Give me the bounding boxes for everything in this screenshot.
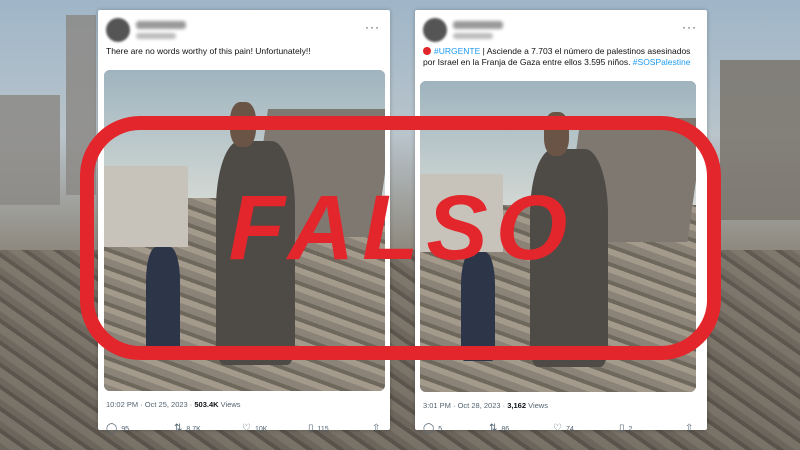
reply-button[interactable]: ◯ 5: [423, 424, 442, 434]
heart-icon: ♡: [242, 423, 251, 434]
red-circle-icon: [423, 47, 431, 55]
author-name-blurred: [136, 21, 186, 29]
like-count: 74: [565, 425, 574, 433]
bookmark-button[interactable]: ▯ 115: [308, 424, 329, 434]
author-handle-blurred: [136, 33, 176, 39]
reply-button[interactable]: ◯ 95: [106, 424, 129, 434]
hashtag-link[interactable]: #URGENTE: [434, 46, 480, 56]
bookmark-button[interactable]: ▯ 2: [619, 424, 632, 434]
repost-button[interactable]: ⇅ 86: [489, 424, 509, 434]
tweet-timestamp[interactable]: 3:01 PM · Oct 28, 2023 ·: [423, 401, 507, 410]
bookmark-icon: ▯: [308, 423, 314, 434]
share-icon: ⇧: [685, 423, 694, 434]
reply-icon: ◯: [106, 423, 118, 434]
views-label: Views: [526, 401, 548, 410]
tweet-actions: ◯ 5 ⇅ 86 ♡ 74 ▯ 2 ⇧: [423, 424, 699, 436]
view-count: 503.4K: [194, 400, 219, 409]
more-icon[interactable]: ···: [682, 20, 697, 34]
views-label: Views: [218, 400, 241, 409]
tweet-header: ···: [106, 18, 382, 44]
bookmark-count: 2: [628, 425, 633, 433]
bookmark-count: 115: [317, 425, 329, 433]
tweet-header: ···: [423, 18, 699, 44]
reply-count: 5: [438, 425, 443, 433]
falso-stamp-label: FALSO: [228, 177, 576, 279]
repost-icon: ⇅: [174, 423, 183, 434]
heart-icon: ♡: [553, 423, 562, 434]
avatar[interactable]: [423, 18, 447, 42]
avatar[interactable]: [106, 18, 130, 42]
repost-icon: ⇅: [489, 423, 498, 434]
author-handle-blurred: [453, 33, 493, 39]
like-count: 10K: [254, 425, 268, 433]
like-button[interactable]: ♡ 74: [553, 424, 574, 434]
reply-count: 95: [121, 425, 129, 433]
repost-count: 86: [501, 425, 510, 433]
background-building: [720, 60, 800, 220]
author-name-blurred: [453, 21, 503, 29]
more-icon[interactable]: ···: [365, 20, 380, 34]
repost-count: 8.7K: [186, 425, 201, 433]
share-icon: ⇧: [372, 423, 381, 434]
bookmark-icon: ▯: [619, 423, 625, 434]
background-building: [0, 95, 60, 205]
share-button[interactable]: ⇧: [372, 424, 380, 434]
tweet-text: There are no words worthy of this pain! …: [106, 46, 311, 56]
repost-button[interactable]: ⇅ 8.7K: [174, 424, 201, 434]
reply-icon: ◯: [423, 423, 435, 434]
tweet-meta: 10:02 PM · Oct 25, 2023 · 503.4K Views: [106, 400, 241, 409]
tweet-text: #URGENTE | Asciende a 7.703 el número de…: [423, 46, 697, 68]
view-count: 3,162: [507, 401, 526, 410]
hashtag-link[interactable]: #SOSPalestine: [633, 57, 691, 67]
tweet-timestamp[interactable]: 10:02 PM · Oct 25, 2023 ·: [106, 400, 194, 409]
tweet-actions: ◯ 95 ⇅ 8.7K ♡ 10K ▯ 115 ⇧: [106, 424, 382, 436]
tweet-meta: 3:01 PM · Oct 28, 2023 · 3,162 Views: [423, 401, 548, 410]
like-button[interactable]: ♡ 10K: [242, 424, 267, 434]
share-button[interactable]: ⇧: [685, 424, 693, 434]
